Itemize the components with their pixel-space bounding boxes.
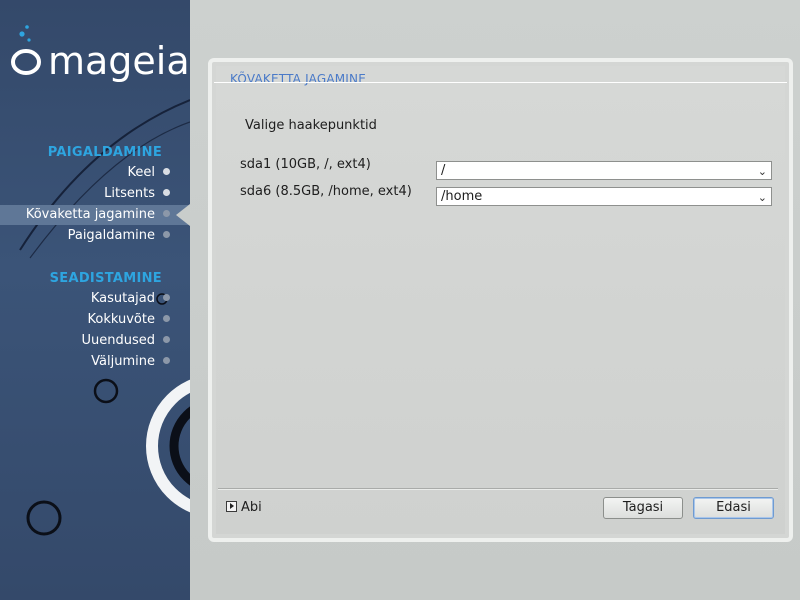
sidebar-item-users: Kasutajad bbox=[91, 289, 170, 309]
sidebar-item-installing: Paigaldamine bbox=[68, 226, 170, 246]
sidebar-item-partitioning: Kõvaketta jagamine bbox=[0, 205, 190, 225]
logo-wordmark: mageia bbox=[48, 39, 188, 82]
mageia-logo: mageia bbox=[11, 25, 188, 82]
step-done-dot bbox=[163, 168, 170, 175]
sidebar: mageia PAIGALDAMINE Keel Litsents Kõvake… bbox=[0, 0, 190, 600]
expand-arrow-icon bbox=[226, 501, 237, 512]
chevron-down-icon: ⌄ bbox=[757, 165, 767, 178]
mount-point-select-sda1[interactable]: / ⌄ bbox=[436, 161, 772, 180]
page-subtitle: Valige haakepunktid bbox=[245, 118, 377, 133]
sidebar-item-exit: Väljumine bbox=[91, 352, 170, 372]
page-title: KÕVAKETTA JAGAMINE bbox=[230, 72, 366, 86]
step-done-dot bbox=[163, 189, 170, 196]
step-pending-dot bbox=[163, 315, 170, 322]
active-step-pointer bbox=[176, 204, 190, 226]
sidebar-item-label: Kokkuvõte bbox=[87, 312, 155, 327]
sidebar-item-label: Väljumine bbox=[91, 354, 155, 369]
back-button[interactable]: Tagasi bbox=[603, 497, 683, 519]
content-panel-inner: KÕVAKETTA JAGAMINE bbox=[216, 66, 785, 534]
section-title-installation: PAIGALDAMINE bbox=[47, 145, 162, 160]
help-expander[interactable]: Abi bbox=[226, 500, 262, 515]
mount-point-value: /home bbox=[441, 189, 483, 204]
help-label: Abi bbox=[241, 500, 262, 515]
sidebar-item-summary: Kokkuvõte bbox=[88, 310, 170, 330]
sidebar-item-label: Kasutajad bbox=[90, 291, 155, 306]
step-current-dot bbox=[163, 210, 170, 217]
partition-label-sda6: sda6 (8.5GB, /home, ext4) bbox=[240, 184, 412, 199]
sidebar-item-language: Keel bbox=[127, 163, 170, 183]
sidebar-item-label: Kõvaketta jagamine bbox=[25, 207, 155, 222]
sidebar-item-label: Uuendused bbox=[81, 333, 155, 348]
step-pending-dot bbox=[163, 357, 170, 364]
mount-point-value: / bbox=[441, 163, 446, 178]
step-pending-dot bbox=[163, 294, 170, 301]
title-divider bbox=[214, 82, 787, 83]
footer-divider-highlight bbox=[218, 489, 778, 490]
partition-label-sda1: sda1 (10GB, /, ext4) bbox=[240, 157, 371, 172]
sidebar-item-label: Paigaldamine bbox=[67, 228, 155, 243]
step-pending-dot bbox=[163, 231, 170, 238]
sidebar-item-label: Litsents bbox=[104, 186, 155, 201]
sidebar-item-label: Keel bbox=[127, 165, 156, 180]
section-title-configuration: SEADISTAMINE bbox=[49, 271, 162, 286]
sidebar-item-updates: Uuendused bbox=[81, 331, 170, 351]
next-button[interactable]: Edasi bbox=[693, 497, 774, 519]
sidebar-item-license: Litsents bbox=[104, 184, 170, 204]
step-pending-dot bbox=[163, 336, 170, 343]
mount-point-select-sda6[interactable]: /home ⌄ bbox=[436, 187, 772, 206]
chevron-down-icon: ⌄ bbox=[757, 191, 767, 204]
